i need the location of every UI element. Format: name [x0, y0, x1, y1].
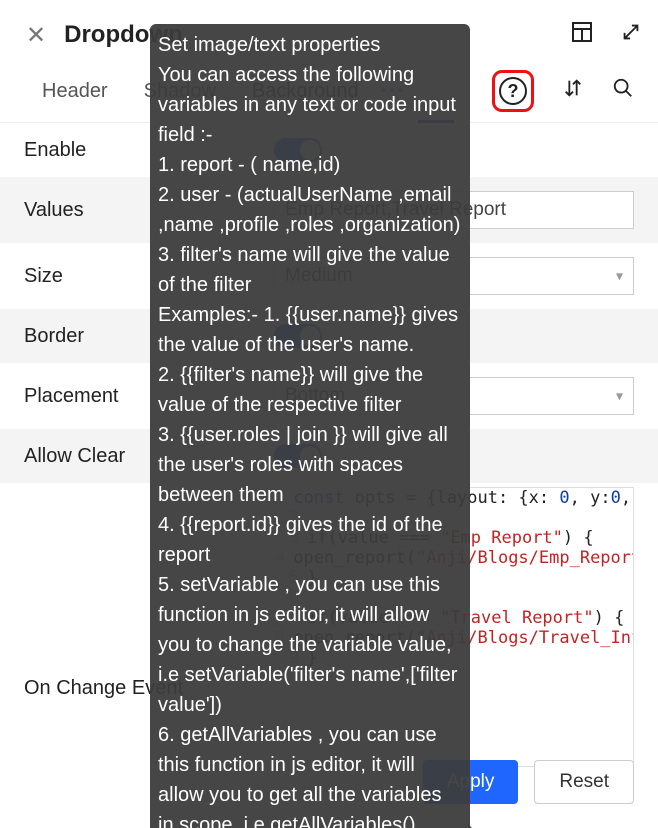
swap-icon[interactable] — [562, 77, 584, 105]
tooltip-title: Set image/text properties — [158, 30, 462, 60]
chevron-down-icon: ▾ — [616, 388, 623, 405]
search-icon[interactable] — [612, 77, 634, 105]
tooltip-arrow-icon — [468, 824, 478, 828]
chevron-down-icon: ▾ — [616, 268, 623, 285]
help-icon[interactable]: ? — [499, 77, 527, 105]
help-button-highlight: ? — [492, 70, 534, 112]
reset-button[interactable]: Reset — [534, 760, 634, 804]
tab-header[interactable]: Header — [24, 72, 126, 111]
expand-icon[interactable] — [620, 21, 642, 49]
help-tooltip: Set image/text properties You can access… — [150, 24, 470, 828]
layout-panel-icon[interactable] — [570, 20, 594, 50]
close-icon[interactable]: ✕ — [16, 17, 56, 54]
